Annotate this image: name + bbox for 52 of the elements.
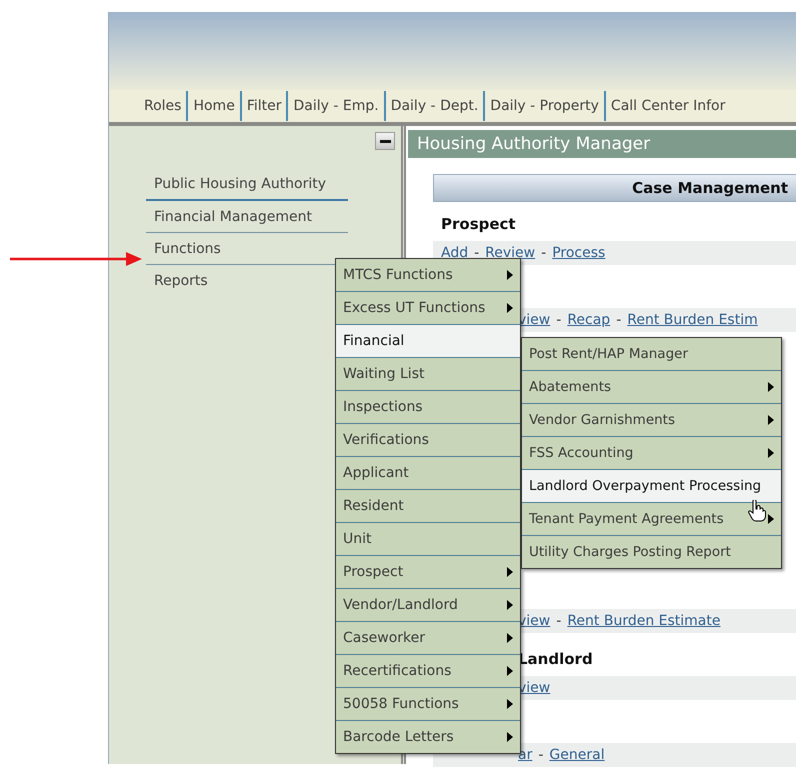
nav-link[interactable]: Daily - Emp. [286, 91, 384, 121]
menu-item[interactable]: 50058 Functions [336, 688, 520, 721]
menu-item[interactable]: Caseworker [336, 622, 520, 655]
link[interactable]: Add [441, 245, 468, 261]
menu-item[interactable]: MTCS Functions [336, 259, 520, 292]
menu-item[interactable]: Verifications [336, 424, 520, 457]
menu-item[interactable]: Resident [336, 490, 520, 523]
nav-link[interactable]: Call Center Infor [604, 91, 730, 121]
section-header: Case Management [433, 174, 796, 202]
menu-item[interactable]: Utility Charges Posting Report [522, 536, 781, 568]
link[interactable]: Process [552, 245, 606, 261]
menu-item[interactable]: Barcode Letters [336, 721, 520, 753]
menu-item[interactable]: Excess UT Functions [336, 292, 520, 325]
nav-link[interactable]: Home [186, 91, 240, 121]
link[interactable]: Recap [567, 312, 610, 328]
minimize-button[interactable] [375, 132, 395, 150]
separator-text: - [616, 312, 622, 328]
panel-title: Housing Authority Manager [408, 130, 796, 158]
link[interactable]: Rent Burden Estim [627, 312, 758, 328]
group-heading: Landlord [518, 650, 593, 668]
link[interactable]: Review [485, 245, 536, 261]
link[interactable]: ar [518, 747, 532, 763]
nav-link[interactable]: Roles [139, 91, 186, 121]
menu-item[interactable]: Abatements [522, 371, 781, 404]
separator-text: - [541, 245, 546, 261]
nav-link[interactable]: Daily - Property [483, 91, 604, 121]
menu-item[interactable]: FSS Accounting [522, 437, 781, 470]
arrow-icon [10, 252, 142, 266]
link[interactable]: Rent Burden Estimate [567, 613, 720, 629]
sidebar-item[interactable]: Public Housing Authority [146, 168, 348, 201]
menu-item[interactable]: Inspections [336, 391, 520, 424]
link[interactable]: General [549, 747, 605, 763]
menu-item[interactable]: Unit [336, 523, 520, 556]
menu-item[interactable]: Applicant [336, 457, 520, 490]
menu-item[interactable]: Recertifications [336, 655, 520, 688]
separator-text: - [556, 613, 562, 629]
sidebar-item[interactable]: Financial Management [146, 201, 348, 233]
menu-item[interactable]: Financial [336, 325, 520, 358]
group-heading: Prospect [441, 215, 516, 233]
menu-item[interactable]: Post Rent/HAP Manager [522, 338, 781, 371]
separator-text: - [538, 747, 544, 763]
menu-item[interactable]: Tenant Payment Agreements [522, 503, 781, 536]
nav-link[interactable]: Filter [240, 91, 286, 121]
separator-text: - [556, 312, 562, 328]
menu-item[interactable]: Landlord Overpayment Processing [522, 470, 781, 503]
nav-link[interactable]: Daily - Dept. [384, 91, 484, 121]
menu-item[interactable]: Vendor Garnishments [522, 404, 781, 437]
menu-item[interactable]: Vendor/Landlord [336, 589, 520, 622]
menu-item[interactable]: Prospect [336, 556, 520, 589]
separator-text: - [474, 245, 480, 261]
hand-cursor-icon [748, 500, 766, 522]
menu-item[interactable]: Waiting List [336, 358, 520, 391]
